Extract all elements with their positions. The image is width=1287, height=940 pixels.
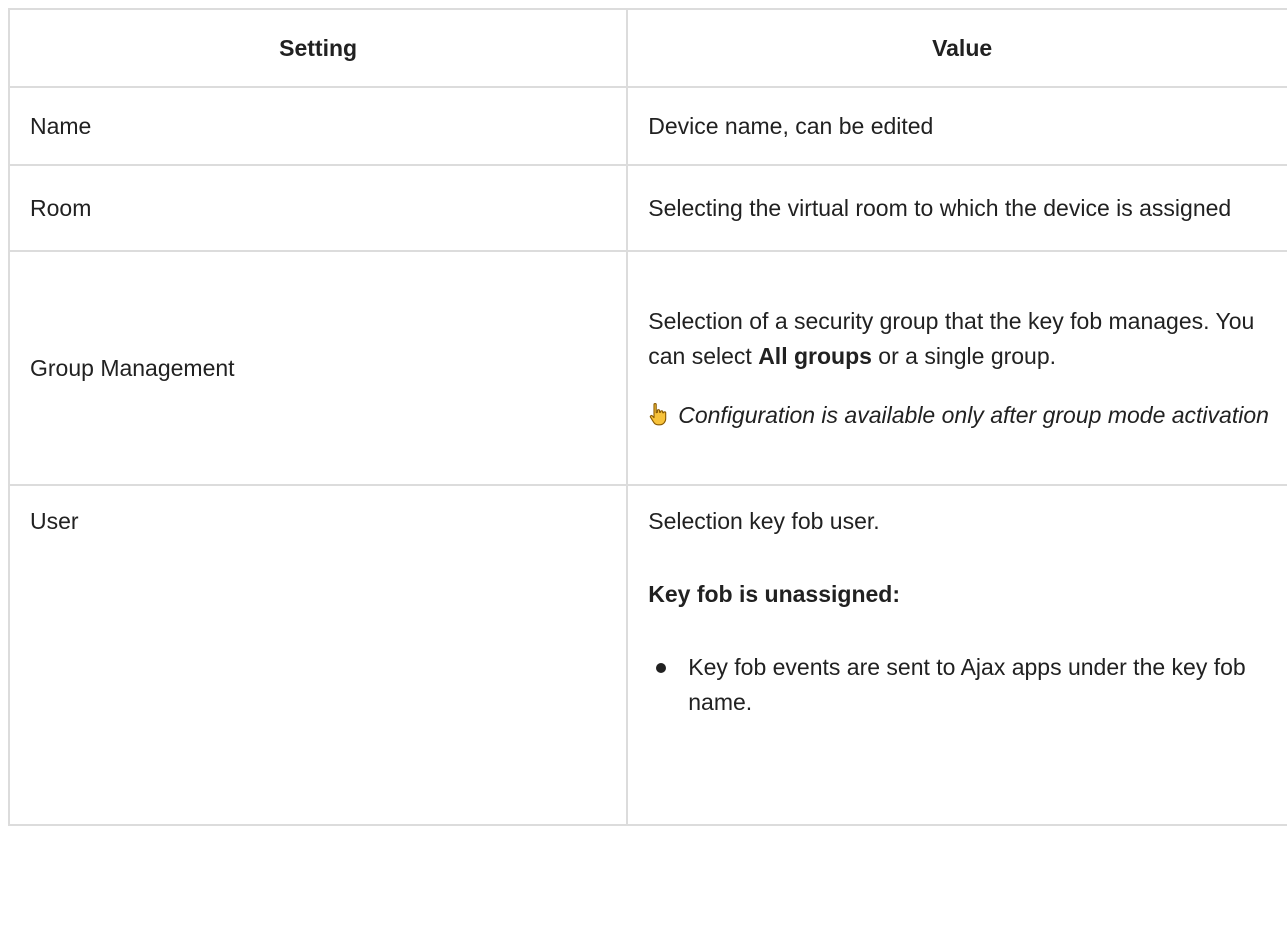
user-subheading: Key fob is unassigned:	[648, 581, 900, 607]
value-name: Device name, can be edited	[626, 86, 1287, 166]
group-note: Configuration is available only after gr…	[648, 398, 1276, 433]
group-note-text: Configuration is available only after gr…	[678, 401, 1269, 428]
list-item: Key fob events are sent to Ajax apps und…	[648, 650, 1276, 720]
header-value: Value	[626, 8, 1287, 88]
value-group-management: Selection of a security group that the k…	[626, 250, 1287, 486]
table-row: User Selection key fob user. Key fob is …	[7, 484, 1287, 826]
user-bullet-list: Key fob events are sent to Ajax apps und…	[648, 650, 1276, 720]
bullet-text: Key fob events are sent to Ajax apps und…	[688, 654, 1246, 715]
settings-table: Setting Value Name Device name, can be e…	[7, 8, 1287, 826]
setting-group-management: Group Management	[7, 250, 629, 486]
setting-user: User	[7, 484, 629, 826]
table-row: Name Device name, can be edited	[7, 86, 1287, 166]
pointing-hand-icon	[648, 401, 670, 425]
all-groups-emphasis: All groups	[758, 342, 872, 369]
table-row: Room Selecting the virtual room to which…	[7, 164, 1287, 252]
setting-name: Name	[7, 86, 629, 166]
header-setting: Setting	[7, 8, 629, 88]
user-intro: Selection key fob user.	[648, 508, 880, 534]
setting-room: Room	[7, 164, 629, 252]
group-description-post: or a single group.	[871, 342, 1057, 369]
value-user: Selection key fob user. Key fob is unass…	[626, 484, 1287, 826]
bullet-icon	[656, 663, 667, 673]
table-row: Group Management Selection of a security…	[7, 250, 1287, 486]
value-room: Selecting the virtual room to which the …	[626, 164, 1287, 252]
table-header-row: Setting Value	[7, 8, 1287, 88]
group-description: Selection of a security group that the k…	[648, 304, 1276, 374]
